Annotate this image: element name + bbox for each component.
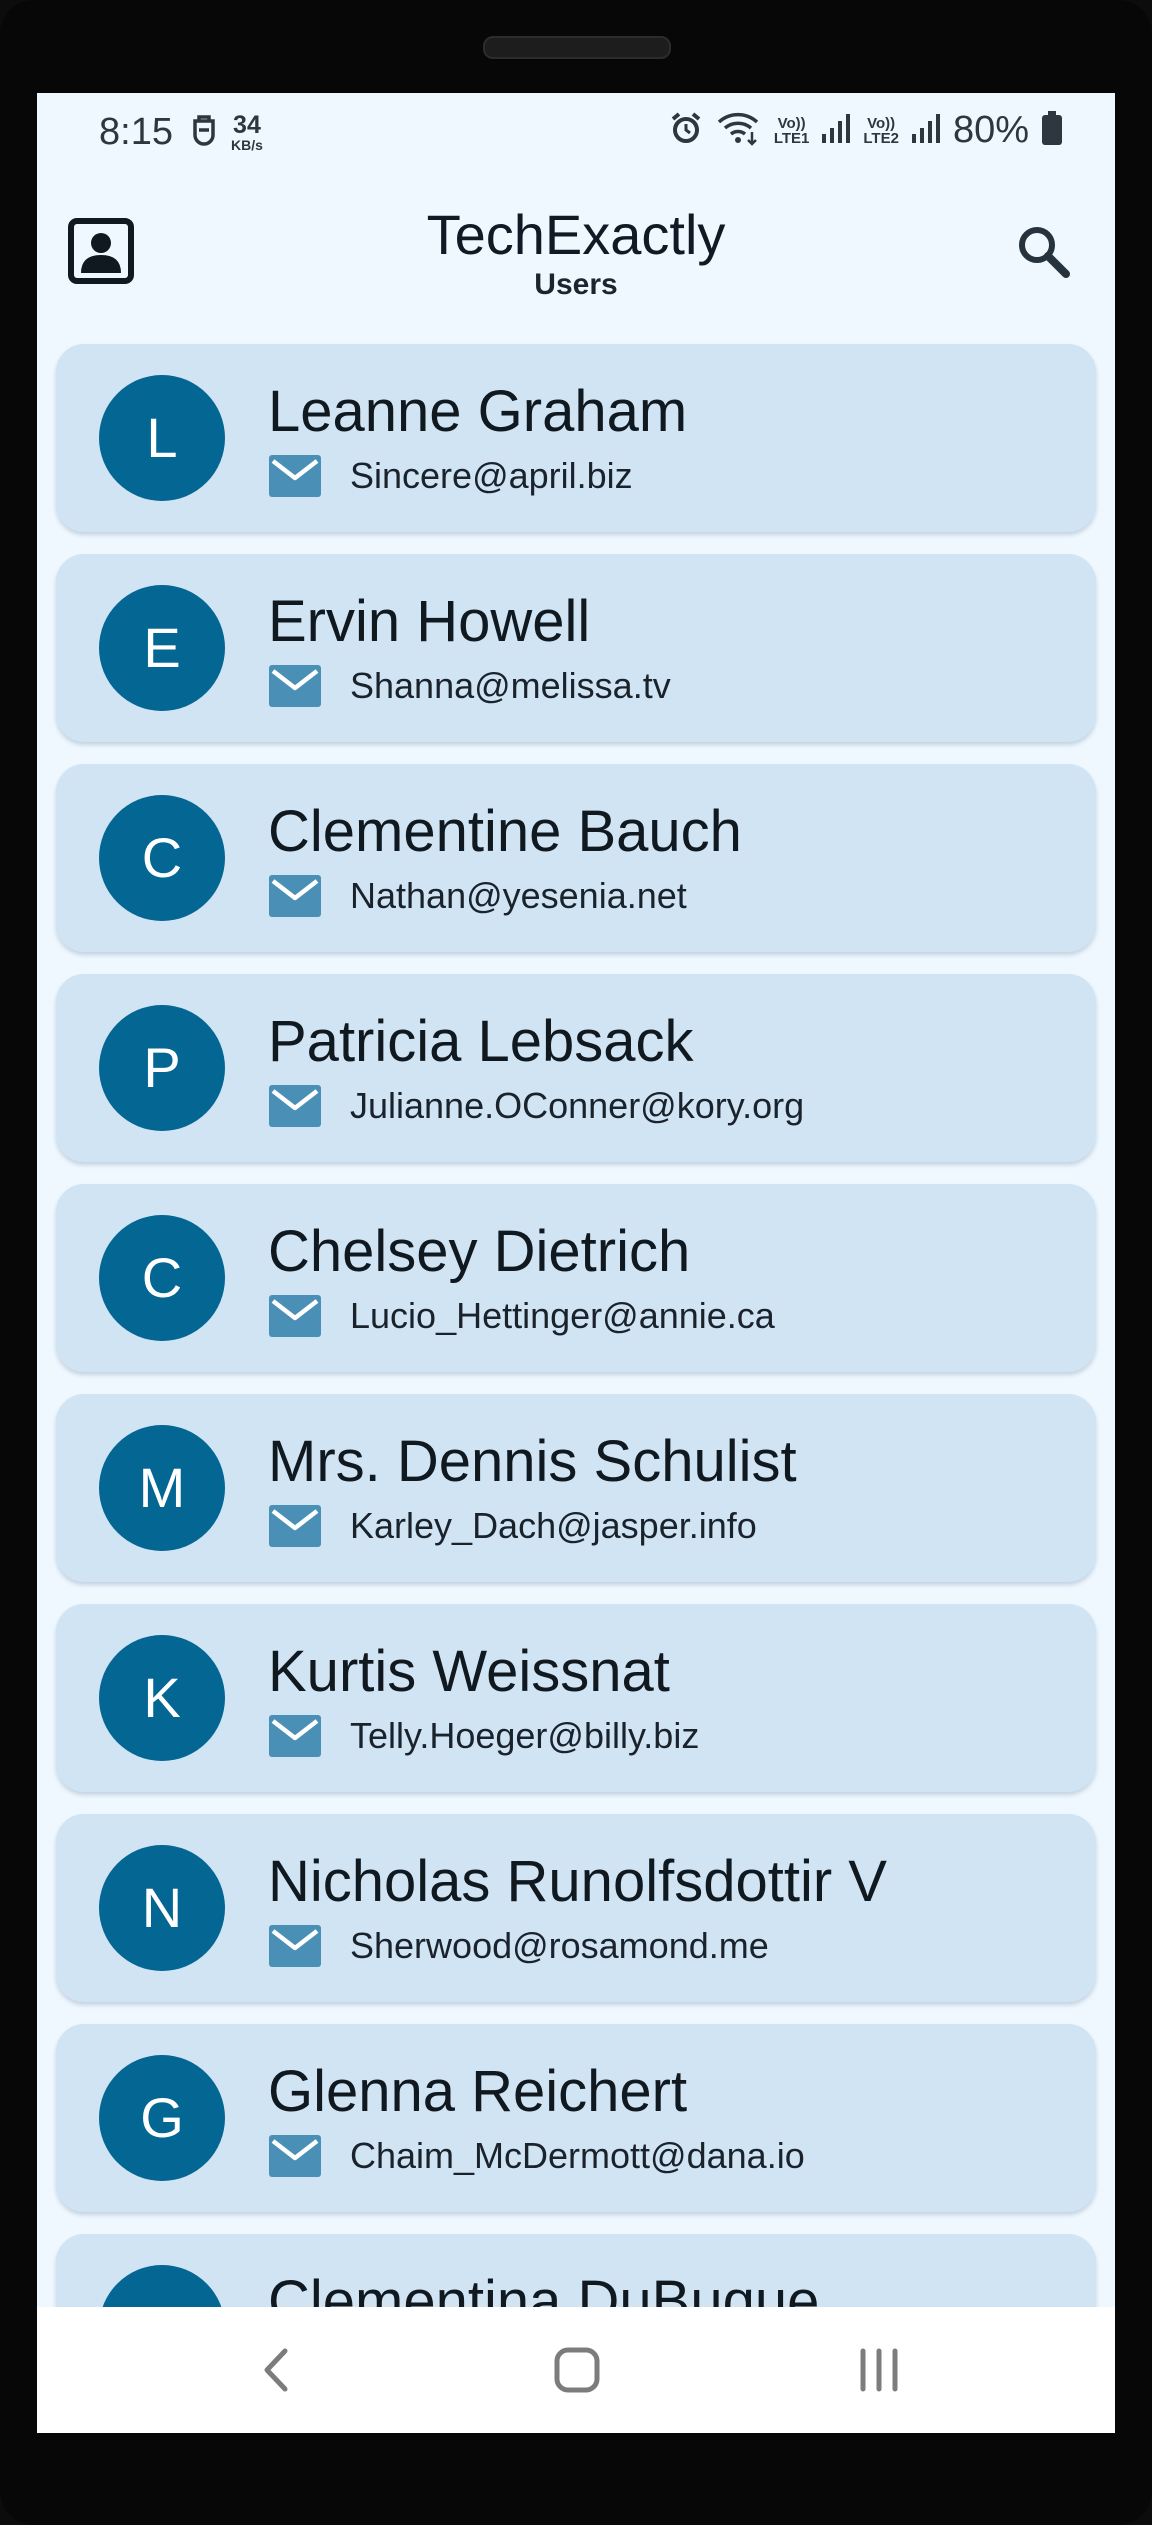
- user-card[interactable]: E Ervin Howell Shanna@melissa.tv: [56, 554, 1096, 742]
- status-bar: 8:15 34 KB/s Vo)) LTE1 Vo)) LTE2 80%: [37, 93, 1115, 173]
- user-email: Shanna@melissa.tv: [350, 665, 671, 706]
- user-card[interactable]: M Mrs. Dennis Schulist Karley_Dach@jaspe…: [56, 1394, 1096, 1582]
- user-name: Mrs. Dennis Schulist: [268, 1429, 797, 1494]
- user-email: Nathan@yesenia.net: [350, 875, 687, 916]
- user-name: Leanne Graham: [268, 379, 688, 444]
- user-name: Kurtis Weissnat: [268, 1639, 670, 1704]
- status-time: 8:15: [99, 111, 173, 153]
- user-email: Telly.Hoeger@billy.biz: [350, 1715, 700, 1756]
- mail-icon: [268, 1294, 322, 1338]
- user-name: Ervin Howell: [268, 589, 591, 654]
- alarm-icon: [668, 110, 704, 151]
- network-speed-unit: KB/s: [231, 137, 263, 153]
- mail-icon: [268, 1084, 322, 1128]
- earpiece-speaker: [483, 36, 671, 59]
- user-card[interactable]: L Leanne Graham Sincere@april.biz: [56, 344, 1096, 532]
- user-email: Sherwood@rosamond.me: [350, 1925, 769, 1966]
- mail-icon: [268, 2134, 322, 2178]
- title-block: TechExactly Users: [37, 203, 1115, 303]
- battery-icon: [1041, 110, 1063, 151]
- avatar: M: [99, 1425, 225, 1551]
- back-icon[interactable]: [237, 2335, 317, 2405]
- network-speed-value: 34: [233, 111, 261, 139]
- mail-icon: [268, 1714, 322, 1758]
- signal-icon: [821, 112, 851, 149]
- user-card[interactable]: G Glenna Reichert Chaim_McDermott@dana.i…: [56, 2024, 1096, 2212]
- mail-icon: [268, 1924, 322, 1968]
- network-speed: 34 KB/s: [231, 111, 263, 153]
- user-email: Karley_Dach@jasper.info: [350, 1505, 757, 1546]
- user-name: Glenna Reichert: [268, 2059, 688, 2124]
- mail-icon: [268, 1504, 322, 1548]
- avatar: P: [99, 1005, 225, 1131]
- status-right-icons: Vo)) LTE1 Vo)) LTE2 80%: [668, 109, 1063, 152]
- avatar: L: [99, 375, 225, 501]
- avatar: C: [99, 795, 225, 921]
- avatar: E: [99, 585, 225, 711]
- avatar: N: [99, 1845, 225, 1971]
- user-email: Sincere@april.biz: [350, 455, 633, 496]
- user-email: Julianne.OConner@kory.org: [350, 1085, 805, 1126]
- navigation-bar: [37, 2307, 1115, 2433]
- user-email: Lucio_Hettinger@annie.ca: [350, 1295, 775, 1336]
- signal-icon: [911, 112, 941, 149]
- wifi-icon: [716, 110, 762, 151]
- sim2-indicator: Vo)) LTE2: [863, 116, 899, 146]
- user-name: Patricia Lebsack: [268, 1009, 694, 1074]
- user-email: Chaim_McDermott@dana.io: [350, 2135, 805, 2176]
- home-icon[interactable]: [537, 2335, 617, 2405]
- mail-icon: [268, 664, 322, 708]
- user-card[interactable]: K Kurtis Weissnat Telly.Hoeger@billy.biz: [56, 1604, 1096, 1792]
- battery-percent: 80%: [952, 109, 1029, 151]
- lte1-label: LTE1: [773, 129, 810, 147]
- app-bar: TechExactly Users: [37, 173, 1115, 325]
- recents-icon[interactable]: [839, 2335, 919, 2405]
- user-card[interactable]: C Clementine Bauch Nathan@yesenia.net: [56, 764, 1096, 952]
- user-card[interactable]: C Chelsey Dietrich Lucio_Hettinger@annie…: [56, 1184, 1096, 1372]
- lte2-label: LTE2: [863, 129, 899, 147]
- user-card[interactable]: N Nicholas Runolfsdottir V Sherwood@rosa…: [56, 1814, 1096, 2002]
- phone-frame: 8:15 34 KB/s Vo)) LTE1 Vo)) LTE2 80% Tec…: [0, 0, 1152, 2525]
- mail-icon: [268, 874, 322, 918]
- screen: 8:15 34 KB/s Vo)) LTE1 Vo)) LTE2 80% Tec…: [37, 93, 1115, 2433]
- avatar: C: [99, 1215, 225, 1341]
- volte-label: Vo)): [867, 114, 896, 132]
- search-icon[interactable]: [1015, 223, 1073, 281]
- status-left-icons: 34 KB/s: [191, 113, 263, 152]
- page-title: TechExactly: [426, 203, 726, 266]
- user-name: Clementine Bauch: [268, 799, 742, 864]
- user-card[interactable]: P Patricia Lebsack Julianne.OConner@kory…: [56, 974, 1096, 1162]
- avatar: G: [99, 2055, 225, 2181]
- mail-icon: [268, 454, 322, 498]
- sim1-indicator: Vo)) LTE1: [774, 116, 810, 146]
- page-subtitle: Users: [534, 268, 618, 301]
- user-name: Chelsey Dietrich: [268, 1219, 691, 1284]
- volte-label: Vo)): [777, 114, 806, 132]
- notification-icon: [191, 113, 217, 152]
- user-name: Nicholas Runolfsdottir V: [268, 1849, 887, 1914]
- avatar: K: [99, 1635, 225, 1761]
